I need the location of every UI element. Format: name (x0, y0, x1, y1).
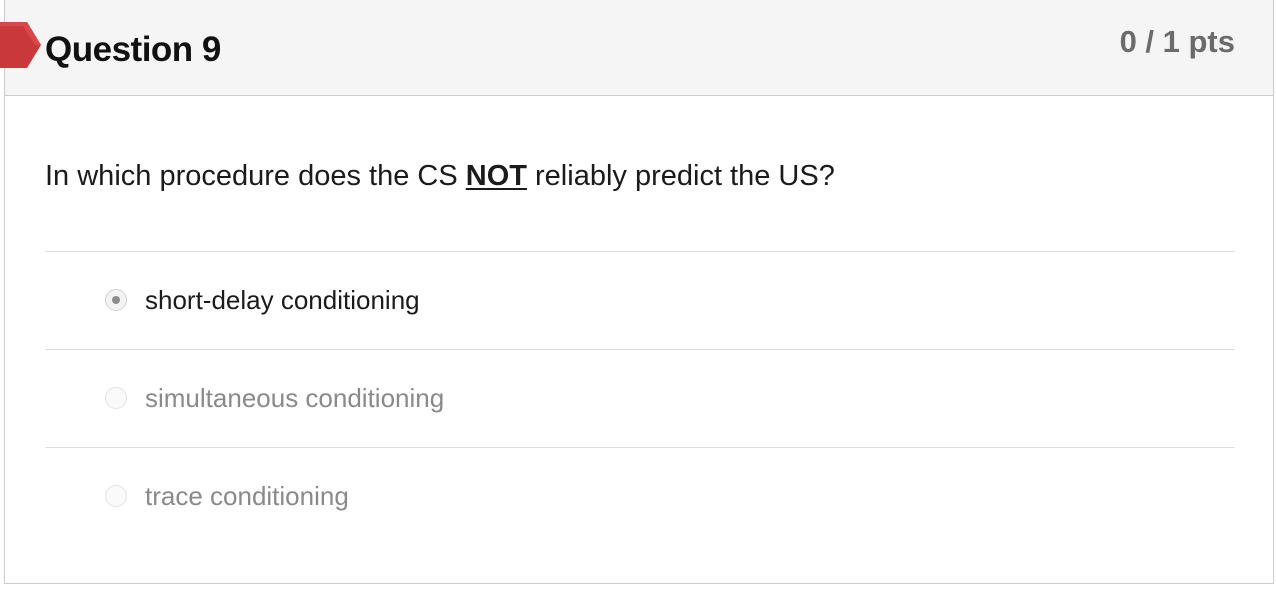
incorrect-flag-icon (0, 22, 41, 68)
answer-label: simultaneous conditioning (145, 383, 445, 413)
answer-option[interactable]: simultaneous conditioning (45, 349, 1235, 447)
question-text: In which procedure does the CS NOT relia… (45, 160, 835, 193)
question-points: 0 / 1 pts (1119, 24, 1235, 59)
answer-option[interactable]: short-delay conditioning (45, 251, 1235, 349)
radio-button-selected[interactable] (105, 289, 127, 311)
question-header: Question 9 0 / 1 pts (0, 0, 1273, 96)
answer-label: trace conditioning (145, 481, 349, 511)
question-text-emphasis: NOT (465, 160, 527, 192)
radio-button[interactable] (105, 387, 127, 409)
answer-list: short-delay conditioning simultaneous co… (45, 251, 1235, 545)
question-text-after: reliably predict the US? (526, 160, 835, 192)
question-text-before: In which procedure does the CS (45, 160, 466, 192)
answer-label: short-delay conditioning (145, 285, 420, 315)
answer-option[interactable]: trace conditioning (45, 447, 1235, 545)
radio-button[interactable] (105, 485, 127, 507)
question-card: Question 9 0 / 1 pts In which procedure … (0, 0, 1274, 584)
question-title: Question 9 (45, 30, 221, 69)
